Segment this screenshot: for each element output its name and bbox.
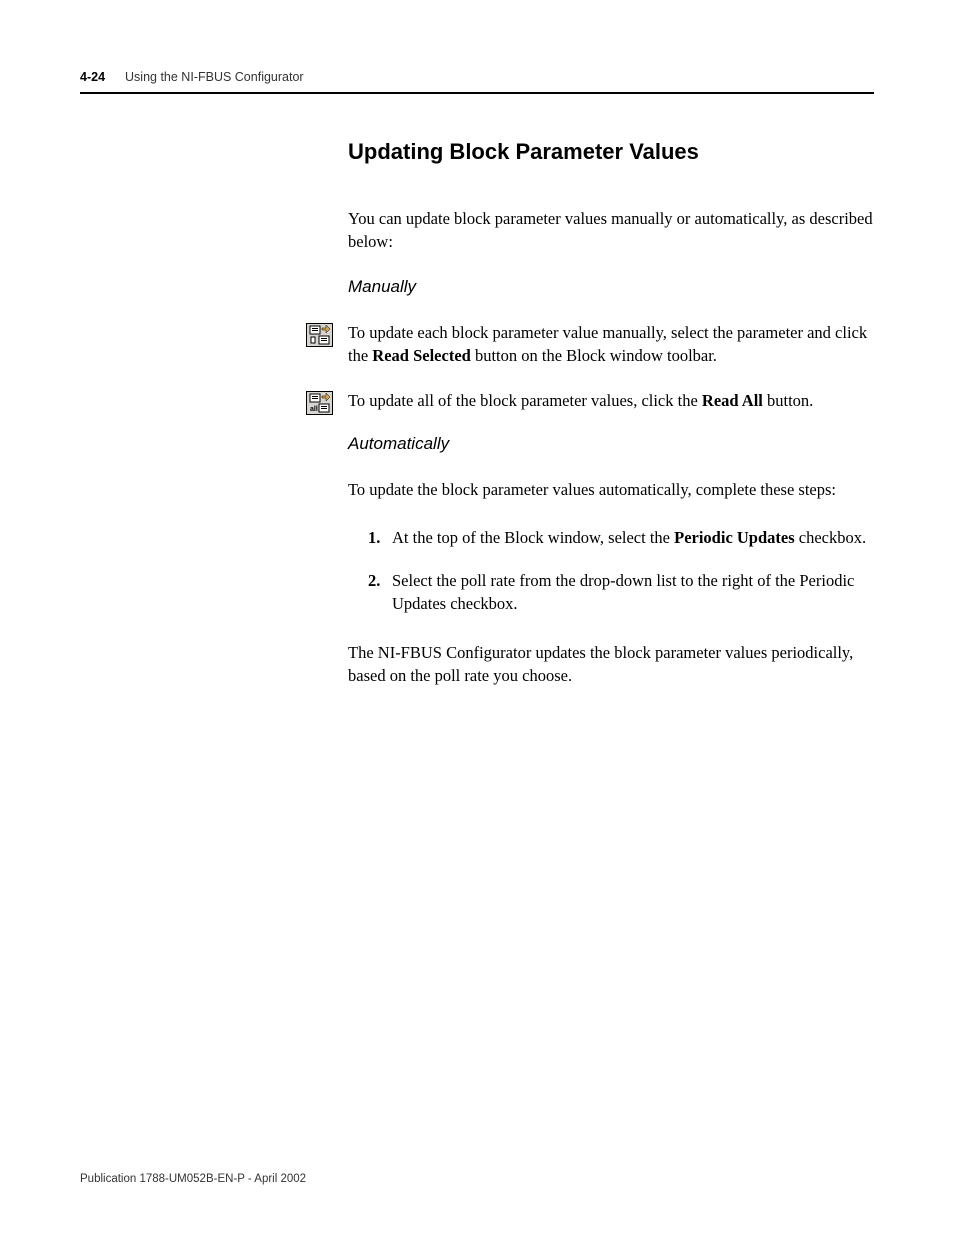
sub-heading-automatically: Automatically xyxy=(348,434,874,454)
section-title: Updating Block Parameter Values xyxy=(348,139,874,165)
read-selected-icon xyxy=(306,323,333,347)
svg-text:all: all xyxy=(310,406,318,413)
intro-text: You can update block parameter values ma… xyxy=(348,207,874,253)
header-title: Using the NI-FBUS Configurator xyxy=(125,70,304,84)
read-all-icon: all xyxy=(306,391,333,415)
step-2: 2. Select the poll rate from the drop-do… xyxy=(368,569,874,615)
read-selected-row: To update each block parameter value man… xyxy=(348,321,874,367)
read-all-row: all To update all of the block parameter… xyxy=(348,389,874,412)
steps-list: 1. At the top of the Block window, selec… xyxy=(368,526,874,615)
step-1: 1. At the top of the Block window, selec… xyxy=(368,526,874,549)
page-number: 4-24 xyxy=(80,70,105,84)
read-all-text: To update all of the block parameter val… xyxy=(348,389,874,412)
page-header: 4-24 Using the NI-FBUS Configurator xyxy=(80,70,874,94)
auto-intro-text: To update the block parameter values aut… xyxy=(348,478,874,501)
sub-heading-manually: Manually xyxy=(348,277,874,297)
read-selected-text: To update each block parameter value man… xyxy=(348,321,874,367)
closing-text: The NI-FBUS Configurator updates the blo… xyxy=(348,641,874,687)
footer-text: Publication 1788-UM052B-EN-P - April 200… xyxy=(80,1173,306,1185)
